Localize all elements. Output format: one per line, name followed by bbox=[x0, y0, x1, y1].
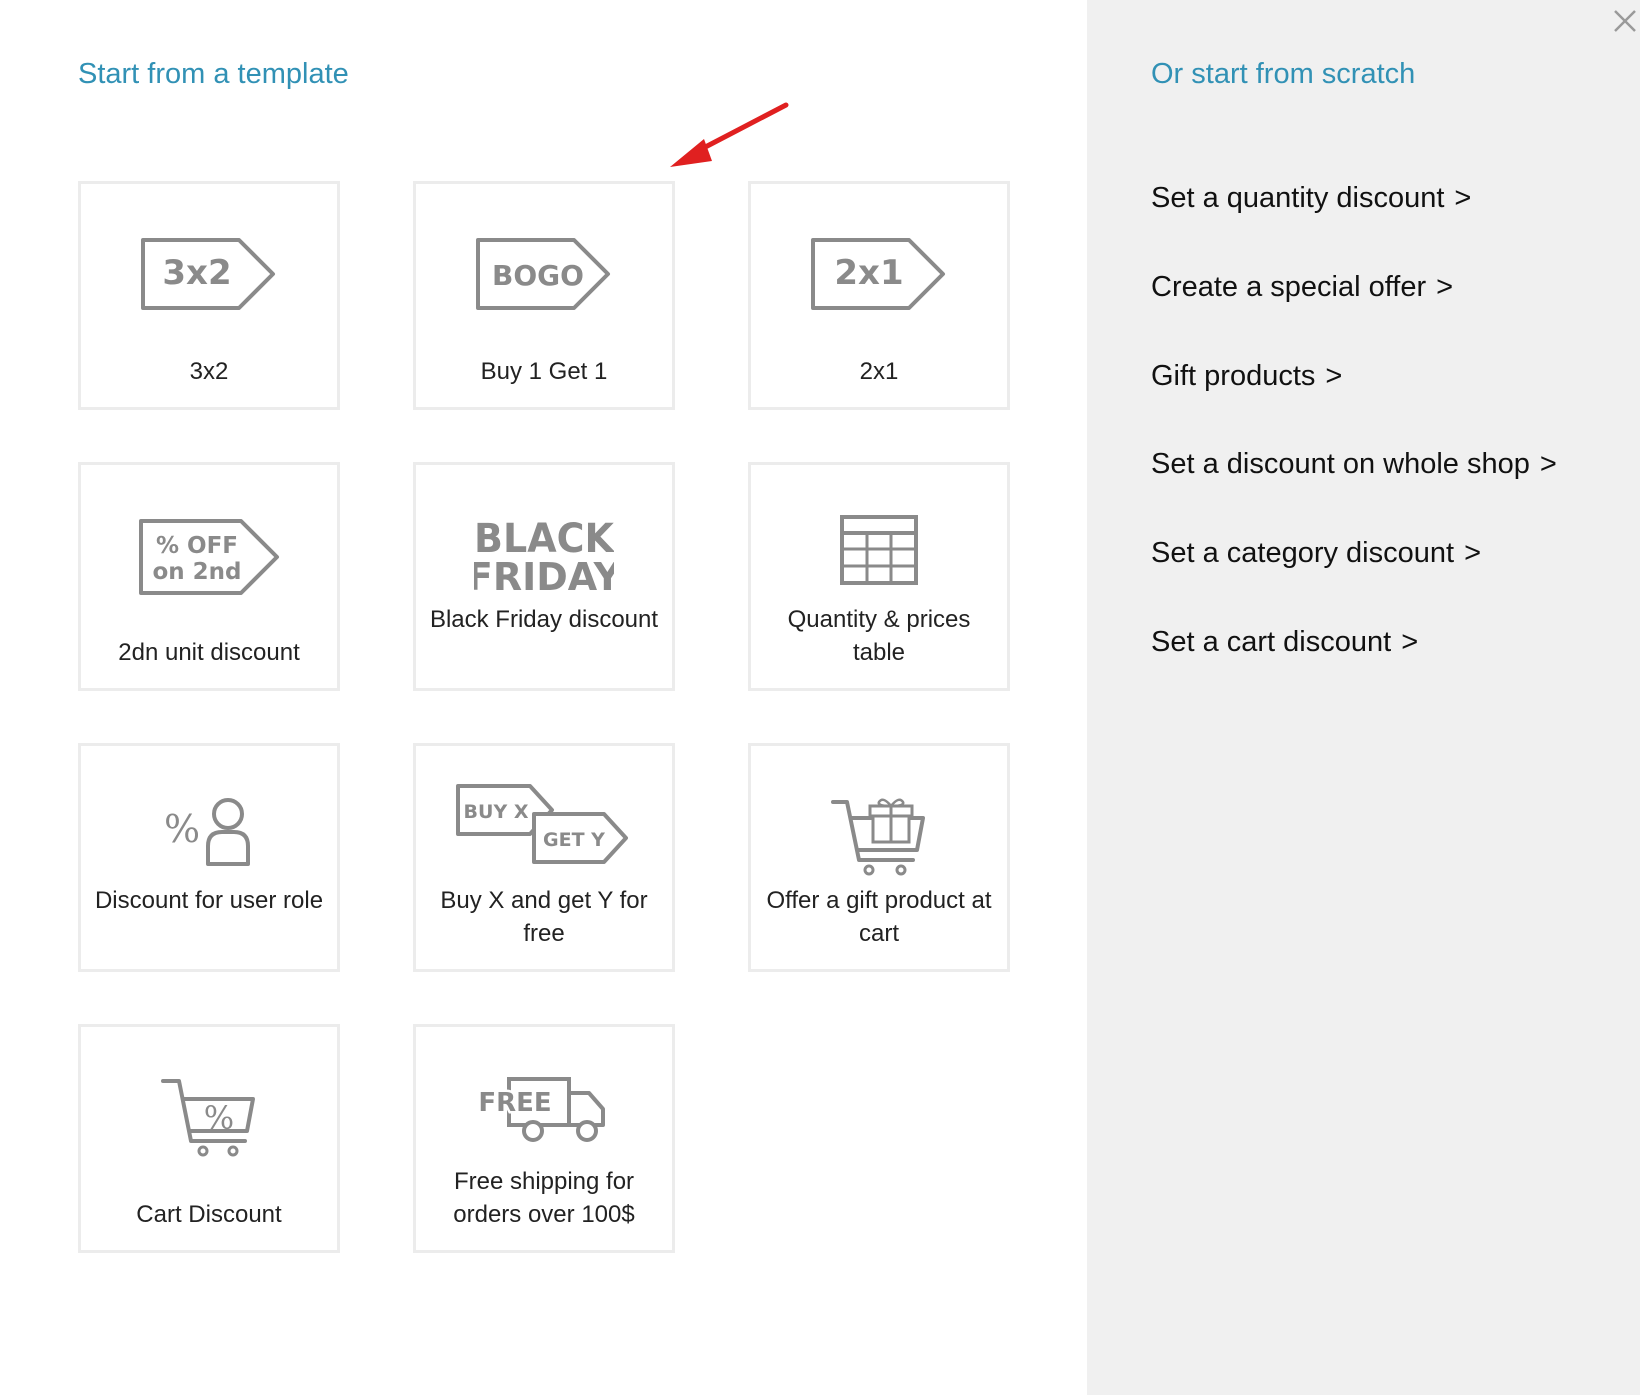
template-card-user-role[interactable]: % Discount for user role bbox=[78, 743, 340, 972]
svg-text:2x1: 2x1 bbox=[834, 253, 903, 293]
annotation-arrow-icon bbox=[670, 102, 789, 167]
tag-3x2-icon: 3x2 bbox=[81, 234, 337, 314]
template-card-bogo[interactable]: BOGO Buy 1 Get 1 bbox=[413, 181, 675, 410]
cart-percent-icon: % bbox=[81, 1075, 337, 1161]
chevron-right-icon: > bbox=[1539, 448, 1557, 480]
template-card-label: 2dn unit discount bbox=[118, 639, 300, 666]
scratch-link-cart-discount[interactable]: Set a cart discount > bbox=[1151, 626, 1418, 659]
scratch-link-label: Set a quantity discount bbox=[1151, 182, 1445, 214]
svg-text:BUY X: BUY X bbox=[464, 801, 529, 823]
scratch-link-label: Set a cart discount bbox=[1151, 626, 1392, 658]
buy-x-get-y-icon: BUY X GET Y bbox=[416, 782, 672, 872]
svg-text:BOGO: BOGO bbox=[492, 259, 584, 292]
template-card-buy-x-get-y[interactable]: BUY X GET Y Buy X and get Y for free bbox=[413, 743, 675, 972]
scratch-link-label: Set a category discount bbox=[1151, 537, 1455, 569]
svg-text:FRIDAY: FRIDAY bbox=[474, 555, 614, 598]
scratch-panel: Or start from scratch Set a quantity dis… bbox=[1087, 0, 1640, 1395]
templates-heading: Start from a template bbox=[78, 58, 349, 90]
tag-percent-off-2nd-icon: % OFF on 2nd bbox=[81, 515, 337, 599]
chevron-right-icon: > bbox=[1436, 271, 1454, 303]
scratch-link-gift-products[interactable]: Gift products > bbox=[1151, 360, 1342, 393]
scratch-link-label: Set a discount on whole shop bbox=[1151, 448, 1530, 480]
table-grid-icon bbox=[751, 515, 1007, 585]
svg-text:on 2nd: on 2nd bbox=[152, 559, 241, 585]
cart-gift-icon bbox=[751, 794, 1007, 880]
svg-text:% OFF: % OFF bbox=[155, 533, 237, 559]
chevron-right-icon: > bbox=[1454, 182, 1472, 214]
template-card-label: 2x1 bbox=[859, 358, 899, 385]
svg-text:%: % bbox=[204, 1099, 234, 1137]
svg-text:GET Y: GET Y bbox=[543, 829, 605, 851]
template-card-cart-discount[interactable]: % Cart Discount bbox=[78, 1024, 340, 1253]
scratch-link-category-discount[interactable]: Set a category discount > bbox=[1151, 537, 1481, 570]
chevron-right-icon: > bbox=[1401, 626, 1419, 658]
scratch-link-whole-shop[interactable]: Set a discount on whole shop > bbox=[1151, 448, 1557, 481]
template-panel: Start from a template 3x2 3x2 BOGO Buy 1… bbox=[0, 0, 1087, 1395]
tag-2x1-icon: 2x1 bbox=[751, 234, 1007, 314]
template-card-label: Buy 1 Get 1 bbox=[480, 358, 608, 385]
tag-bogo-icon: BOGO bbox=[416, 234, 672, 314]
scratch-link-quantity-discount[interactable]: Set a quantity discount > bbox=[1151, 182, 1471, 215]
template-card-label: Free shipping for orders over 100$ bbox=[453, 1168, 635, 1228]
template-card-label: 3x2 bbox=[189, 358, 229, 385]
user-percent-icon: % bbox=[81, 796, 337, 868]
template-card-quantity-table[interactable]: Quantity & prices table bbox=[748, 462, 1010, 691]
chevron-right-icon: > bbox=[1325, 360, 1343, 392]
close-button[interactable] bbox=[1610, 6, 1640, 36]
template-card-label: Buy X and get Y for free bbox=[440, 887, 648, 947]
black-friday-icon: BLACK FRIDAY bbox=[416, 510, 672, 598]
template-card-label: Cart Discount bbox=[136, 1201, 282, 1228]
svg-text:3x2: 3x2 bbox=[162, 253, 231, 293]
template-card-label: Quantity & prices table bbox=[787, 606, 971, 666]
scratch-link-special-offer[interactable]: Create a special offer > bbox=[1151, 271, 1453, 304]
template-card-label: Black Friday discount bbox=[429, 606, 659, 633]
template-card-3x2[interactable]: 3x2 3x2 bbox=[78, 181, 340, 410]
svg-text:FREE: FREE bbox=[479, 1088, 552, 1118]
scratch-link-label: Gift products bbox=[1151, 360, 1316, 392]
template-card-free-shipping[interactable]: FREE Free shipping for orders over 100$ bbox=[413, 1024, 675, 1253]
scratch-link-label: Create a special offer bbox=[1151, 271, 1427, 303]
free-shipping-truck-icon: FREE bbox=[416, 1075, 672, 1145]
svg-text:%: % bbox=[164, 807, 200, 851]
template-card-black-friday[interactable]: BLACK FRIDAY Black Friday discount bbox=[413, 462, 675, 691]
template-card-label: Offer a gift product at cart bbox=[766, 887, 992, 947]
close-icon bbox=[1614, 10, 1636, 32]
template-card-2x1[interactable]: 2x1 2x1 bbox=[748, 181, 1010, 410]
template-card-gift-cart[interactable]: Offer a gift product at cart bbox=[748, 743, 1010, 972]
template-card-label: Discount for user role bbox=[94, 887, 324, 914]
template-card-2nd-unit[interactable]: % OFF on 2nd 2dn unit discount bbox=[78, 462, 340, 691]
chevron-right-icon: > bbox=[1464, 537, 1482, 569]
scratch-heading: Or start from scratch bbox=[1151, 58, 1416, 90]
